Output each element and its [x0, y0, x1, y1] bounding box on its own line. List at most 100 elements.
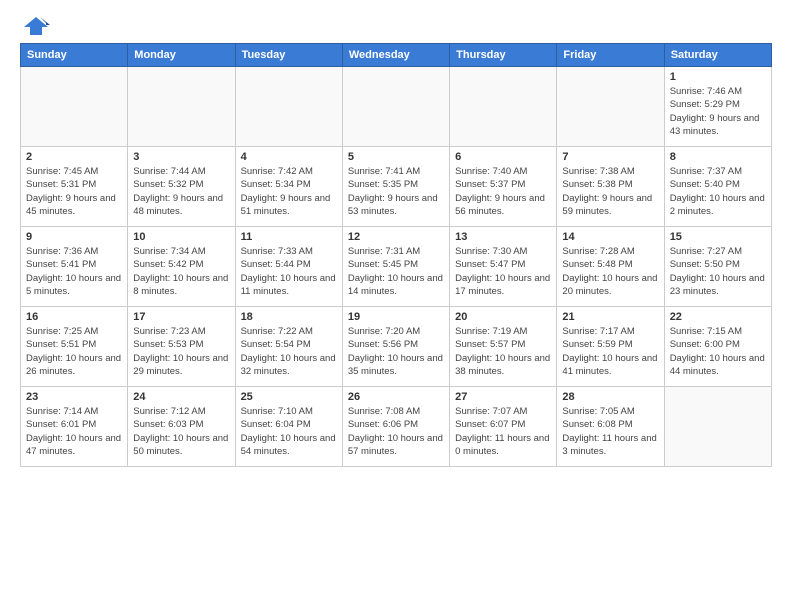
- calendar-cell: [235, 67, 342, 147]
- day-number: 26: [348, 391, 444, 403]
- day-info: Sunrise: 7:33 AM Sunset: 5:44 PM Dayligh…: [241, 245, 337, 298]
- day-info: Sunrise: 7:31 AM Sunset: 5:45 PM Dayligh…: [348, 245, 444, 298]
- day-number: 5: [348, 151, 444, 163]
- week-row-3: 9Sunrise: 7:36 AM Sunset: 5:41 PM Daylig…: [21, 227, 772, 307]
- calendar-cell: 10Sunrise: 7:34 AM Sunset: 5:42 PM Dayli…: [128, 227, 235, 307]
- day-number: 18: [241, 311, 337, 323]
- day-number: 6: [455, 151, 551, 163]
- calendar-cell: 17 Sunrise: 7:23 AM Sunset: 5:53 PM Dayli…: [128, 307, 235, 387]
- day-number: 17: [133, 311, 229, 323]
- day-info: Sunrise: 7:45 AM Sunset: 5:31 PM Dayligh…: [26, 165, 122, 218]
- calendar-cell: 9Sunrise: 7:36 AM Sunset: 5:41 PM Daylig…: [21, 227, 128, 307]
- day-info: Sunrise: 7:41 AM Sunset: 5:35 PM Dayligh…: [348, 165, 444, 218]
- page: SundayMondayTuesdayWednesdayThursdayFrid…: [0, 0, 792, 612]
- day-number: 11: [241, 231, 337, 243]
- day-info: Sunrise: 7:22 AM Sunset: 5:54 PM Dayligh…: [241, 325, 337, 378]
- calendar-cell: 27 Sunrise: 7:07 AM Sunset: 6:07 PM Dayli…: [450, 387, 557, 467]
- calendar-cell: 2 Sunrise: 7:45 AM Sunset: 5:31 PM Daylig…: [21, 147, 128, 227]
- calendar-cell: 25 Sunrise: 7:10 AM Sunset: 6:04 PM Dayli…: [235, 387, 342, 467]
- calendar-table: SundayMondayTuesdayWednesdayThursdayFrid…: [20, 43, 772, 467]
- day-number: 4: [241, 151, 337, 163]
- calendar-cell: [557, 67, 664, 147]
- day-number: 12: [348, 231, 444, 243]
- logo-icon: [22, 15, 50, 37]
- calendar-cell: 6Sunrise: 7:40 AM Sunset: 5:37 PM Daylig…: [450, 147, 557, 227]
- day-number: 21: [562, 311, 658, 323]
- day-info: Sunrise: 7:46 AM Sunset: 5:29 PM Dayligh…: [670, 85, 766, 138]
- day-info: Sunrise: 7:10 AM Sunset: 6:04 PM Dayligh…: [241, 405, 337, 458]
- day-info: Sunrise: 7:37 AM Sunset: 5:40 PM Dayligh…: [670, 165, 766, 218]
- calendar-cell: 28 Sunrise: 7:05 AM Sunset: 6:08 PM Dayli…: [557, 387, 664, 467]
- day-number: 13: [455, 231, 551, 243]
- calendar-cell: [450, 67, 557, 147]
- weekday-friday: Friday: [557, 44, 664, 67]
- logo: [20, 15, 50, 33]
- calendar-cell: 19 Sunrise: 7:20 AM Sunset: 5:56 PM Dayli…: [342, 307, 449, 387]
- calendar-cell: 8Sunrise: 7:37 AM Sunset: 5:40 PM Daylig…: [664, 147, 771, 227]
- calendar-cell: 20 Sunrise: 7:19 AM Sunset: 5:57 PM Dayli…: [450, 307, 557, 387]
- calendar-cell: 12 Sunrise: 7:31 AM Sunset: 5:45 PM Dayli…: [342, 227, 449, 307]
- day-number: 25: [241, 391, 337, 403]
- day-number: 20: [455, 311, 551, 323]
- day-number: 27: [455, 391, 551, 403]
- day-info: Sunrise: 7:38 AM Sunset: 5:38 PM Dayligh…: [562, 165, 658, 218]
- calendar-cell: 5 Sunrise: 7:41 AM Sunset: 5:35 PM Daylig…: [342, 147, 449, 227]
- calendar-cell: [664, 387, 771, 467]
- day-number: 14: [562, 231, 658, 243]
- week-row-5: 23 Sunrise: 7:14 AM Sunset: 6:01 PM Dayli…: [21, 387, 772, 467]
- day-info: Sunrise: 7:07 AM Sunset: 6:07 PM Dayligh…: [455, 405, 551, 458]
- calendar-cell: 1Sunrise: 7:46 AM Sunset: 5:29 PM Daylig…: [664, 67, 771, 147]
- calendar-cell: 16 Sunrise: 7:25 AM Sunset: 5:51 PM Dayli…: [21, 307, 128, 387]
- calendar-cell: 22Sunrise: 7:15 AM Sunset: 6:00 PM Dayli…: [664, 307, 771, 387]
- weekday-wednesday: Wednesday: [342, 44, 449, 67]
- weekday-thursday: Thursday: [450, 44, 557, 67]
- day-info: Sunrise: 7:14 AM Sunset: 6:01 PM Dayligh…: [26, 405, 122, 458]
- day-number: 9: [26, 231, 122, 243]
- weekday-tuesday: Tuesday: [235, 44, 342, 67]
- day-info: Sunrise: 7:08 AM Sunset: 6:06 PM Dayligh…: [348, 405, 444, 458]
- calendar-cell: 21 Sunrise: 7:17 AM Sunset: 5:59 PM Dayli…: [557, 307, 664, 387]
- day-number: 2: [26, 151, 122, 163]
- calendar-cell: 7Sunrise: 7:38 AM Sunset: 5:38 PM Daylig…: [557, 147, 664, 227]
- calendar-cell: 15 Sunrise: 7:27 AM Sunset: 5:50 PM Dayli…: [664, 227, 771, 307]
- day-number: 3: [133, 151, 229, 163]
- day-info: Sunrise: 7:19 AM Sunset: 5:57 PM Dayligh…: [455, 325, 551, 378]
- header: [20, 15, 772, 33]
- calendar-cell: 26 Sunrise: 7:08 AM Sunset: 6:06 PM Dayli…: [342, 387, 449, 467]
- calendar-cell: 18 Sunrise: 7:22 AM Sunset: 5:54 PM Dayli…: [235, 307, 342, 387]
- day-number: 19: [348, 311, 444, 323]
- day-number: 23: [26, 391, 122, 403]
- day-info: Sunrise: 7:20 AM Sunset: 5:56 PM Dayligh…: [348, 325, 444, 378]
- week-row-4: 16 Sunrise: 7:25 AM Sunset: 5:51 PM Dayli…: [21, 307, 772, 387]
- day-number: 15: [670, 231, 766, 243]
- day-info: Sunrise: 7:27 AM Sunset: 5:50 PM Dayligh…: [670, 245, 766, 298]
- calendar-cell: 11 Sunrise: 7:33 AM Sunset: 5:44 PM Dayli…: [235, 227, 342, 307]
- weekday-saturday: Saturday: [664, 44, 771, 67]
- day-info: Sunrise: 7:17 AM Sunset: 5:59 PM Dayligh…: [562, 325, 658, 378]
- week-row-2: 2 Sunrise: 7:45 AM Sunset: 5:31 PM Daylig…: [21, 147, 772, 227]
- day-number: 16: [26, 311, 122, 323]
- day-number: 28: [562, 391, 658, 403]
- day-info: Sunrise: 7:25 AM Sunset: 5:51 PM Dayligh…: [26, 325, 122, 378]
- calendar-cell: [342, 67, 449, 147]
- week-row-1: 1Sunrise: 7:46 AM Sunset: 5:29 PM Daylig…: [21, 67, 772, 147]
- calendar-cell: 14 Sunrise: 7:28 AM Sunset: 5:48 PM Dayli…: [557, 227, 664, 307]
- calendar-cell: 4Sunrise: 7:42 AM Sunset: 5:34 PM Daylig…: [235, 147, 342, 227]
- day-info: Sunrise: 7:30 AM Sunset: 5:47 PM Dayligh…: [455, 245, 551, 298]
- day-info: Sunrise: 7:44 AM Sunset: 5:32 PM Dayligh…: [133, 165, 229, 218]
- calendar-cell: 24 Sunrise: 7:12 AM Sunset: 6:03 PM Dayli…: [128, 387, 235, 467]
- calendar-cell: 13 Sunrise: 7:30 AM Sunset: 5:47 PM Dayli…: [450, 227, 557, 307]
- day-info: Sunrise: 7:34 AM Sunset: 5:42 PM Dayligh…: [133, 245, 229, 298]
- weekday-monday: Monday: [128, 44, 235, 67]
- calendar-cell: 3 Sunrise: 7:44 AM Sunset: 5:32 PM Daylig…: [128, 147, 235, 227]
- calendar-cell: 23 Sunrise: 7:14 AM Sunset: 6:01 PM Dayli…: [21, 387, 128, 467]
- calendar-cell: [21, 67, 128, 147]
- day-info: Sunrise: 7:12 AM Sunset: 6:03 PM Dayligh…: [133, 405, 229, 458]
- day-info: Sunrise: 7:05 AM Sunset: 6:08 PM Dayligh…: [562, 405, 658, 458]
- day-info: Sunrise: 7:28 AM Sunset: 5:48 PM Dayligh…: [562, 245, 658, 298]
- day-number: 24: [133, 391, 229, 403]
- weekday-header-row: SundayMondayTuesdayWednesdayThursdayFrid…: [21, 44, 772, 67]
- calendar-cell: [128, 67, 235, 147]
- day-number: 22: [670, 311, 766, 323]
- day-info: Sunrise: 7:23 AM Sunset: 5:53 PM Dayligh…: [133, 325, 229, 378]
